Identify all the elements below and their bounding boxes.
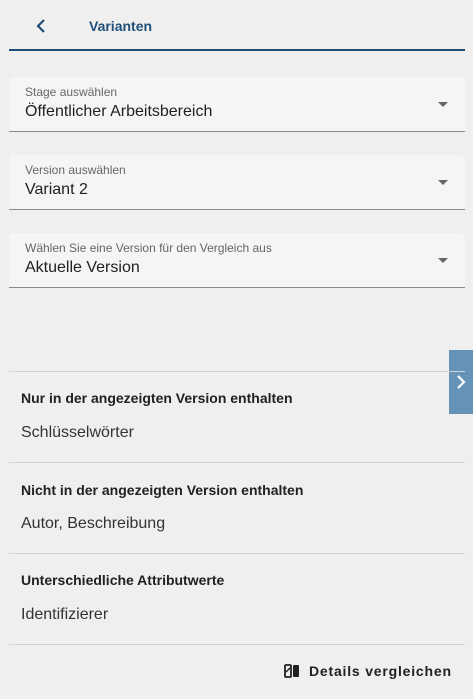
dropdown-arrow-icon [438, 102, 448, 107]
divider [9, 371, 465, 372]
section-value: Schlüsselwörter [21, 424, 134, 441]
dropdown-arrow-icon [438, 180, 448, 185]
section-title: Unterschiedliche Attributwerte [21, 572, 225, 588]
section-value: Identifizierer [21, 606, 109, 623]
header: Varianten [9, 0, 465, 51]
compare-version-select-label: Wählen Sie eine Version für den Vergleic… [25, 241, 272, 255]
compare-version-select-value: Aktuelle Version [25, 259, 140, 276]
divider [9, 553, 465, 554]
chevron-right-icon [457, 375, 466, 389]
version-select-label: Version auswählen [25, 163, 126, 177]
stage-select-value: Öffentlicher Arbeitsbereich [25, 103, 213, 120]
compare-details-button[interactable]: Details vergleichen [284, 658, 452, 684]
section-title: Nicht in der angezeigten Version enthalt… [21, 482, 304, 498]
compare-version-select[interactable]: Wählen Sie eine Version für den Vergleic… [9, 233, 465, 288]
compare-details-label: Details vergleichen [309, 663, 452, 679]
divider [9, 462, 465, 463]
section-value: Autor, Beschreibung [21, 515, 166, 532]
compare-icon [284, 664, 299, 678]
divider [9, 644, 465, 645]
stage-select[interactable]: Stage auswählen Öffentlicher Arbeitsbere… [9, 77, 465, 132]
section-title: Nur in der angezeigten Version enthalten [21, 390, 293, 406]
page-title: Varianten [89, 18, 153, 34]
dropdown-arrow-icon [438, 258, 448, 263]
side-panel-toggle[interactable] [449, 350, 473, 414]
version-select-value: Variant 2 [25, 181, 88, 198]
chevron-left-icon [36, 19, 45, 33]
back-button[interactable] [29, 14, 53, 38]
version-select[interactable]: Version auswählen Variant 2 [9, 155, 465, 210]
stage-select-label: Stage auswählen [25, 85, 118, 99]
